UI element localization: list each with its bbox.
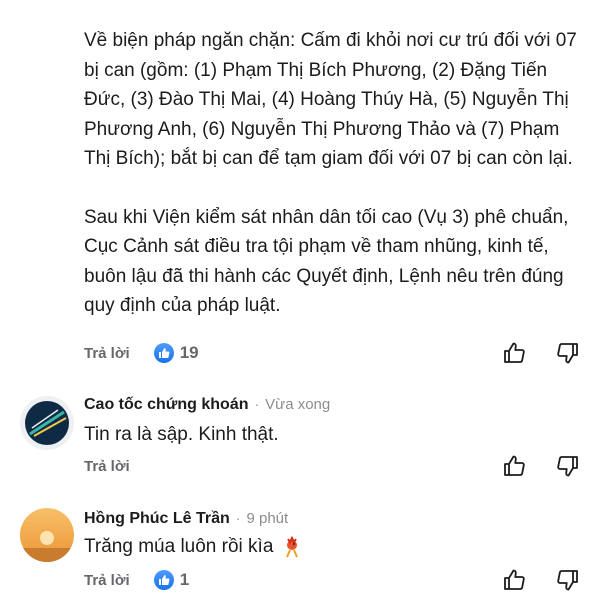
comment-time[interactable]: 9 phút <box>246 510 288 527</box>
comment-header: Hồng Phúc Lê Trần · 9 phút <box>84 510 288 528</box>
post-paragraph-2: Sau khi Viện kiểm sát nhân dân tối cao (… <box>84 206 569 317</box>
thumbs-down-outline-icon[interactable] <box>556 454 580 478</box>
post-actions: Trả lời 19 <box>84 340 580 366</box>
comment-author[interactable]: Hồng Phúc Lê Trần <box>84 510 230 528</box>
reply-button[interactable]: Trả lời <box>84 345 130 362</box>
thumbs-up-outline-icon[interactable] <box>502 341 526 365</box>
reply-button[interactable]: Trả lời <box>84 458 130 475</box>
separator-dot: · <box>254 396 260 412</box>
comment-text-row: Trăng múa luôn rồi kìa <box>84 536 303 558</box>
post-text: Về biện pháp ngăn chặn: Cấm đi khỏi nơi … <box>84 26 584 321</box>
reaction-summary[interactable]: 1 <box>153 570 190 590</box>
reaction-summary[interactable]: 19 <box>153 343 199 363</box>
thumbs-down-outline-icon[interactable] <box>556 341 580 365</box>
comment-header: Cao tốc chứng khoán · Vừa xong <box>84 396 330 414</box>
thumbs-up-outline-icon[interactable] <box>502 454 526 478</box>
comment-time[interactable]: Vừa xong <box>265 396 330 413</box>
avatar[interactable] <box>20 508 74 562</box>
dancing-rooster-emoji <box>281 536 303 558</box>
avatar[interactable] <box>20 396 74 450</box>
thumbs-up-icon <box>153 343 174 363</box>
thumbs-down-outline-icon[interactable] <box>556 568 580 592</box>
comment-actions: Trả lời 1 <box>84 567 580 593</box>
comment-text: Trăng múa luôn rồi kìa <box>84 536 274 557</box>
thumbs-up-outline-icon[interactable] <box>502 568 526 592</box>
like-count: 19 <box>179 343 199 362</box>
post-paragraph-1: Về biện pháp ngăn chặn: Cấm đi khỏi nơi … <box>84 30 577 169</box>
comment-actions: Trả lời <box>84 453 580 479</box>
comment-text: Tin ra là sập. Kinh thật. <box>84 424 279 445</box>
separator-dot: · <box>235 510 241 526</box>
comment-author[interactable]: Cao tốc chứng khoán <box>84 396 248 414</box>
thumbs-up-icon <box>153 570 174 590</box>
like-count: 1 <box>179 570 190 589</box>
reply-button[interactable]: Trả lời <box>84 572 130 589</box>
